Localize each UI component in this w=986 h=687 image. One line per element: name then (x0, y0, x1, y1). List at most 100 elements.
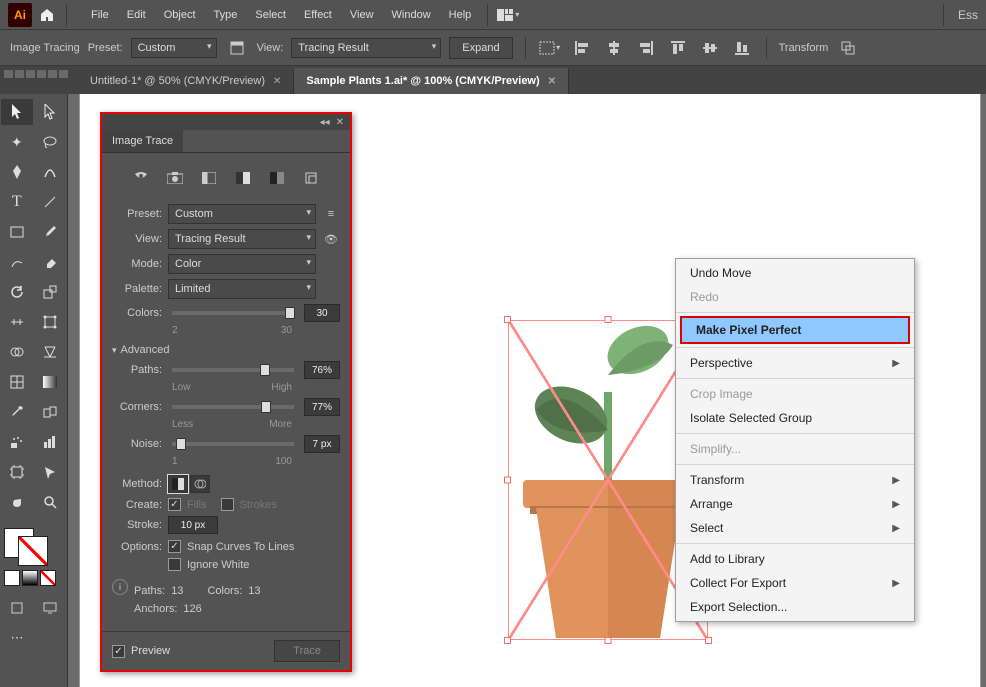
mesh-tool-icon[interactable] (1, 369, 33, 395)
view-dropdown[interactable]: Tracing Result (168, 229, 316, 249)
rectangle-tool-icon[interactable] (1, 219, 33, 245)
eyedropper-tool-icon[interactable] (1, 399, 33, 425)
ctx-select[interactable]: Select▶ (676, 516, 914, 540)
pen-tool-icon[interactable] (1, 159, 33, 185)
corners-value[interactable]: 77% (304, 398, 340, 416)
menu-file[interactable]: File (83, 5, 117, 25)
scale-tool-icon[interactable] (35, 279, 67, 305)
method-overlap-icon[interactable] (190, 475, 210, 493)
graph-tool-icon[interactable] (35, 429, 67, 455)
type-tool-icon[interactable]: T (1, 189, 33, 215)
artboard-tool-icon[interactable] (1, 459, 33, 485)
align-left-icon[interactable] (570, 37, 594, 59)
hand-tool-icon[interactable] (1, 489, 33, 515)
none-mode-icon[interactable] (40, 570, 56, 586)
ctx-perspective[interactable]: Perspective▶ (676, 351, 914, 375)
auto-color-icon[interactable] (131, 169, 151, 187)
mask-icon[interactable]: ▾ (538, 37, 562, 59)
expand-button[interactable]: Expand (449, 37, 512, 59)
edit-toolbar-icon[interactable]: ⋯ (1, 625, 33, 651)
lasso-tool-icon[interactable] (35, 129, 67, 155)
ctx-export-selection[interactable]: Export Selection... (676, 595, 914, 619)
shape-builder-tool-icon[interactable] (1, 339, 33, 365)
colors-value[interactable]: 30 (304, 304, 340, 322)
three-color-icon[interactable] (233, 169, 253, 187)
color-mode-icon[interactable] (4, 570, 20, 586)
mode-dropdown[interactable]: Color (168, 254, 316, 274)
resize-handle[interactable] (504, 477, 511, 484)
free-transform-tool-icon[interactable] (35, 309, 67, 335)
paths-slider[interactable] (172, 368, 294, 372)
snap-checkbox[interactable] (168, 540, 181, 553)
zoom-tool-icon[interactable] (35, 489, 67, 515)
ignore-white-checkbox[interactable] (168, 558, 181, 571)
align-vcenter-icon[interactable] (698, 37, 722, 59)
perspective-grid-tool-icon[interactable] (35, 339, 67, 365)
close-icon[interactable]: ✕ (336, 117, 344, 128)
selection-tool-icon[interactable] (1, 99, 33, 125)
ctx-add-to-library[interactable]: Add to Library (676, 547, 914, 571)
palette-dropdown[interactable]: Limited (168, 279, 316, 299)
close-icon[interactable]: ✕ (548, 76, 556, 87)
gradient-tool-icon[interactable] (35, 369, 67, 395)
slice-tool-icon[interactable] (35, 459, 67, 485)
view-dropdown[interactable]: Tracing Result (291, 38, 441, 58)
menu-edit[interactable]: Edit (119, 5, 154, 25)
panel-grip[interactable] (4, 70, 68, 78)
corners-slider[interactable] (172, 405, 294, 409)
resize-handle[interactable] (605, 637, 612, 644)
resize-handle[interactable] (605, 316, 612, 323)
blend-tool-icon[interactable] (35, 399, 67, 425)
menu-object[interactable]: Object (156, 5, 204, 25)
low-photo-icon[interactable] (199, 169, 219, 187)
resize-handle[interactable] (705, 637, 712, 644)
paintbrush-tool-icon[interactable] (35, 219, 67, 245)
symbol-sprayer-tool-icon[interactable] (1, 429, 33, 455)
bw-logo-icon[interactable] (301, 169, 321, 187)
stroke-swatch[interactable] (18, 536, 48, 566)
ctx-undo[interactable]: Undo Move (676, 261, 914, 285)
gradient-mode-icon[interactable] (22, 570, 38, 586)
home-icon[interactable] (36, 4, 58, 26)
paths-value[interactable]: 76% (304, 361, 340, 379)
doc-tab-2[interactable]: Sample Plants 1.ai* @ 100% (CMYK/Preview… (294, 68, 569, 94)
preview-checkbox[interactable] (112, 645, 125, 658)
method-abutting-icon[interactable] (168, 475, 188, 493)
ctx-isolate-group[interactable]: Isolate Selected Group (676, 406, 914, 430)
eye-icon[interactable]: 👁 (322, 233, 340, 246)
trace-panel-toggle-icon[interactable] (225, 37, 249, 59)
ctx-collect-for-export[interactable]: Collect For Export▶ (676, 571, 914, 595)
menu-help[interactable]: Help (441, 5, 480, 25)
ctx-make-pixel-perfect[interactable]: Make Pixel Perfect (682, 318, 908, 342)
colors-slider[interactable] (172, 311, 294, 315)
line-tool-icon[interactable] (35, 189, 67, 215)
ctx-transform[interactable]: Transform▶ (676, 468, 914, 492)
align-bottom-icon[interactable] (730, 37, 754, 59)
resize-handle[interactable] (504, 316, 511, 323)
align-right-icon[interactable] (634, 37, 658, 59)
direct-selection-tool-icon[interactable] (35, 99, 67, 125)
panel-tab[interactable]: Image Trace (102, 130, 183, 152)
magic-wand-tool-icon[interactable]: ✦ (1, 129, 33, 155)
six-color-icon[interactable] (267, 169, 287, 187)
preset-menu-icon[interactable]: ≡ (322, 208, 340, 220)
menu-type[interactable]: Type (206, 5, 246, 25)
doc-tab-1[interactable]: Untitled-1* @ 50% (CMYK/Preview) ✕ (78, 68, 294, 94)
preset-dropdown[interactable]: Custom (168, 204, 316, 224)
shaper-tool-icon[interactable] (1, 249, 33, 275)
rotate-tool-icon[interactable] (1, 279, 33, 305)
align-top-icon[interactable] (666, 37, 690, 59)
panel-header[interactable]: ◂◂✕ (102, 114, 350, 130)
align-hcenter-icon[interactable] (602, 37, 626, 59)
curvature-tool-icon[interactable] (35, 159, 67, 185)
menu-select[interactable]: Select (247, 5, 294, 25)
preset-dropdown[interactable]: Custom (131, 38, 217, 58)
noise-value[interactable]: 7 px (304, 435, 340, 453)
shape-mode-icon[interactable] (836, 37, 860, 59)
ctx-arrange[interactable]: Arrange▶ (676, 492, 914, 516)
workspace-label[interactable]: Ess (958, 8, 978, 22)
resize-handle[interactable] (504, 637, 511, 644)
draw-normal-icon[interactable] (1, 595, 33, 621)
menu-view[interactable]: View (342, 5, 382, 25)
transform-label[interactable]: Transform (779, 42, 829, 54)
